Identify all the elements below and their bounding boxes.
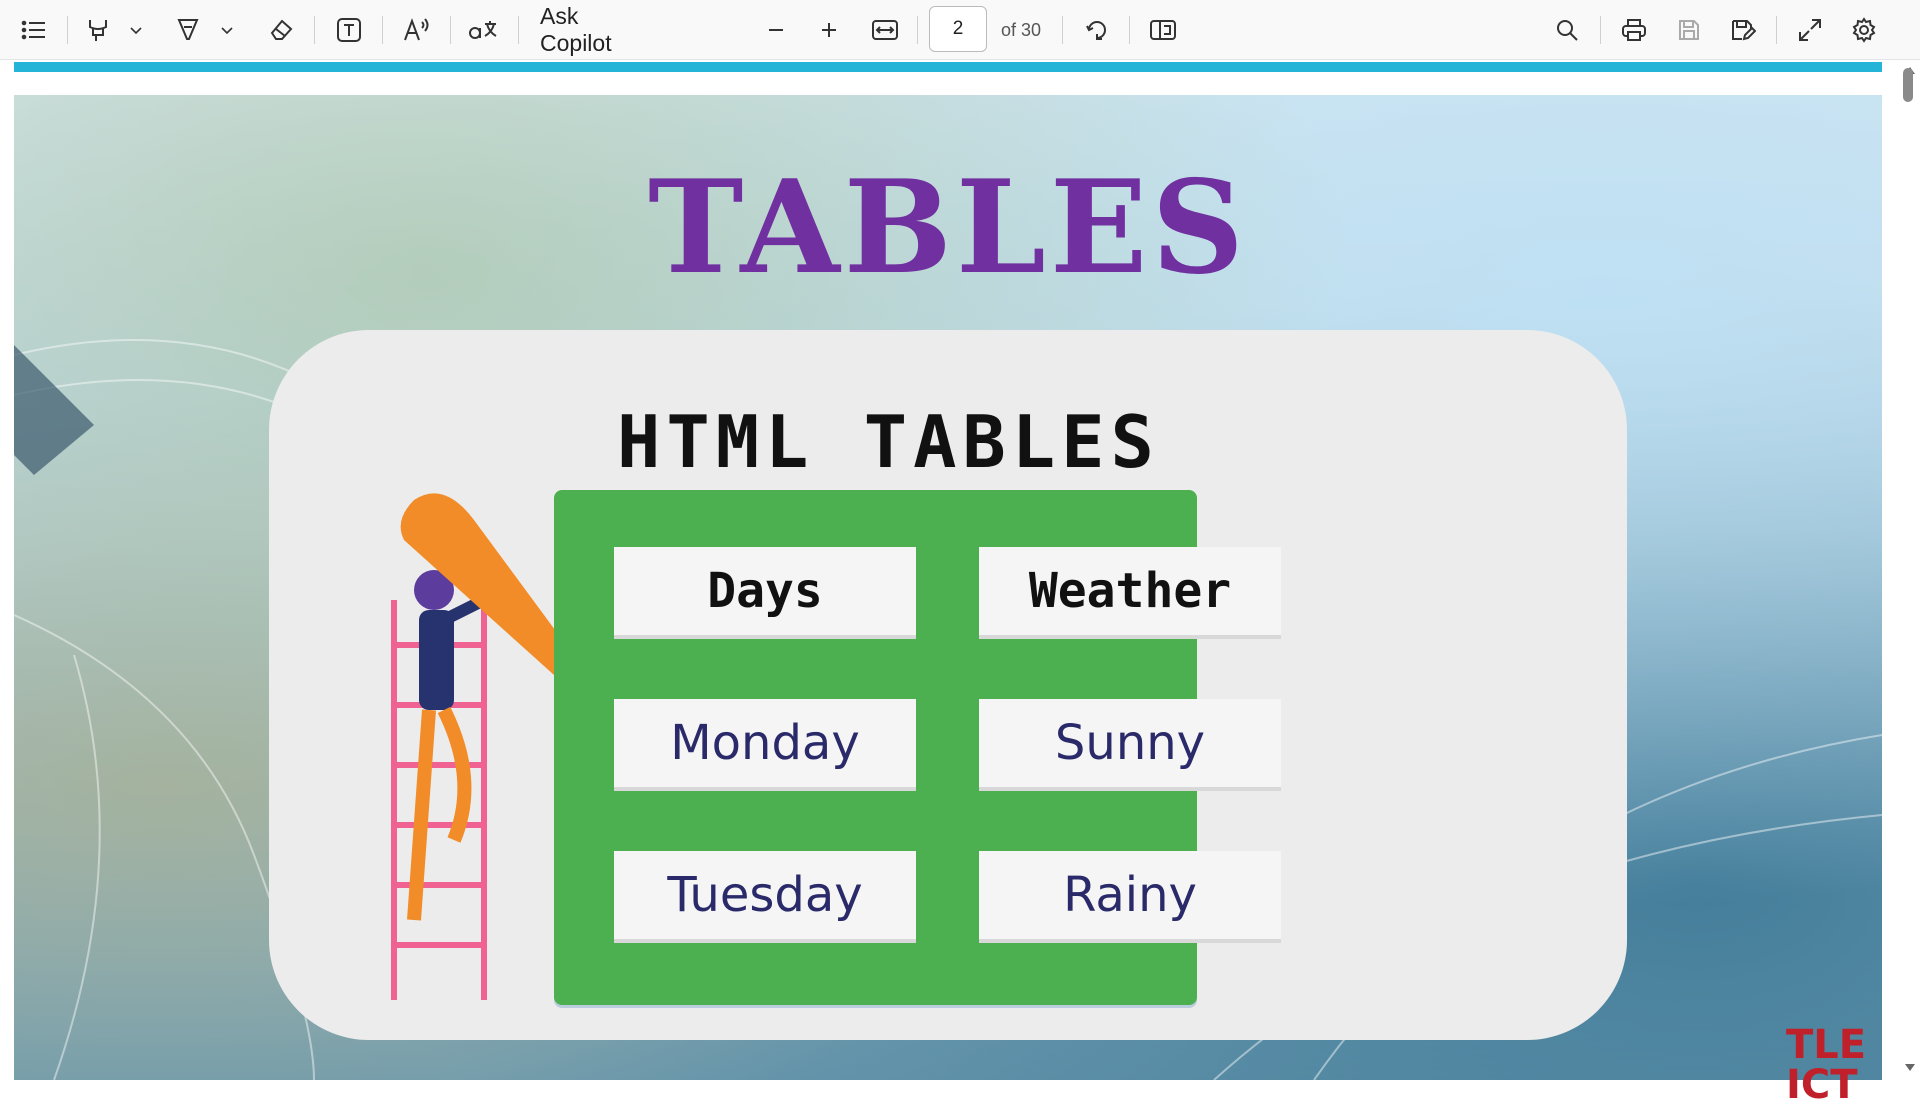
- separator: [518, 16, 519, 44]
- zoom-in-icon[interactable]: [815, 0, 843, 60]
- separator: [1600, 16, 1601, 44]
- save-icon[interactable]: [1674, 0, 1704, 60]
- scrollbar-thumb[interactable]: [1903, 68, 1913, 102]
- previous-page-edge: [14, 62, 1882, 72]
- separator: [1062, 16, 1063, 44]
- table-header-days: Days: [614, 547, 916, 639]
- page-number-input[interactable]: 2: [929, 6, 987, 52]
- fit-width-icon[interactable]: [868, 0, 902, 60]
- scroll-arrows: [1905, 67, 1915, 1071]
- table-cell: Tuesday: [614, 851, 916, 943]
- zoom-out-icon[interactable]: [762, 0, 790, 60]
- eraser-icon[interactable]: [266, 0, 296, 60]
- illustration-heading: HTML TABLES: [617, 400, 1160, 484]
- ask-copilot-button[interactable]: Ask Copilot: [540, 0, 650, 60]
- table-header-weather: Weather: [979, 547, 1281, 639]
- table-cell: Sunny: [979, 699, 1281, 791]
- page-total: of 30: [1001, 19, 1042, 40]
- translate-icon[interactable]: [466, 0, 500, 60]
- chevron-down-icon[interactable]: [217, 0, 237, 60]
- vertical-scrollbar[interactable]: [1900, 60, 1920, 1080]
- illustration-card: HTML TABLES Days Weather Monday Sunny Tu…: [269, 330, 1627, 1040]
- separator: [450, 16, 451, 44]
- text-box-icon[interactable]: [334, 0, 364, 60]
- print-icon[interactable]: [1619, 0, 1649, 60]
- rotate-icon[interactable]: [1082, 0, 1112, 60]
- separator: [67, 16, 68, 44]
- fullscreen-icon[interactable]: [1795, 0, 1825, 60]
- gear-icon[interactable]: [1849, 0, 1879, 60]
- pdf-toolbar: Ask Copilot 2 of 30: [0, 0, 1920, 60]
- table-cell: Rainy: [979, 851, 1281, 943]
- separator: [314, 16, 315, 44]
- chevron-down-icon[interactable]: [126, 0, 146, 60]
- separator: [917, 16, 918, 44]
- search-icon[interactable]: [1552, 0, 1582, 60]
- highlight-icon[interactable]: [84, 0, 112, 60]
- table-cell: Monday: [614, 699, 916, 791]
- save-as-icon[interactable]: [1728, 0, 1758, 60]
- slide-page: TABLES HTML TABLES Days Weather Monday S…: [14, 95, 1882, 1080]
- separator: [1776, 16, 1777, 44]
- slide-title: TABLES: [648, 153, 1248, 303]
- separator: [382, 16, 383, 44]
- contents-list-icon[interactable]: [18, 0, 50, 60]
- page-view-icon[interactable]: [1147, 0, 1179, 60]
- separator: [1129, 16, 1130, 44]
- read-aloud-icon[interactable]: [402, 0, 432, 60]
- draw-icon[interactable]: [174, 0, 202, 60]
- html-table-illustration: Days Weather Monday Sunny Tuesday Rainy: [554, 490, 1281, 1005]
